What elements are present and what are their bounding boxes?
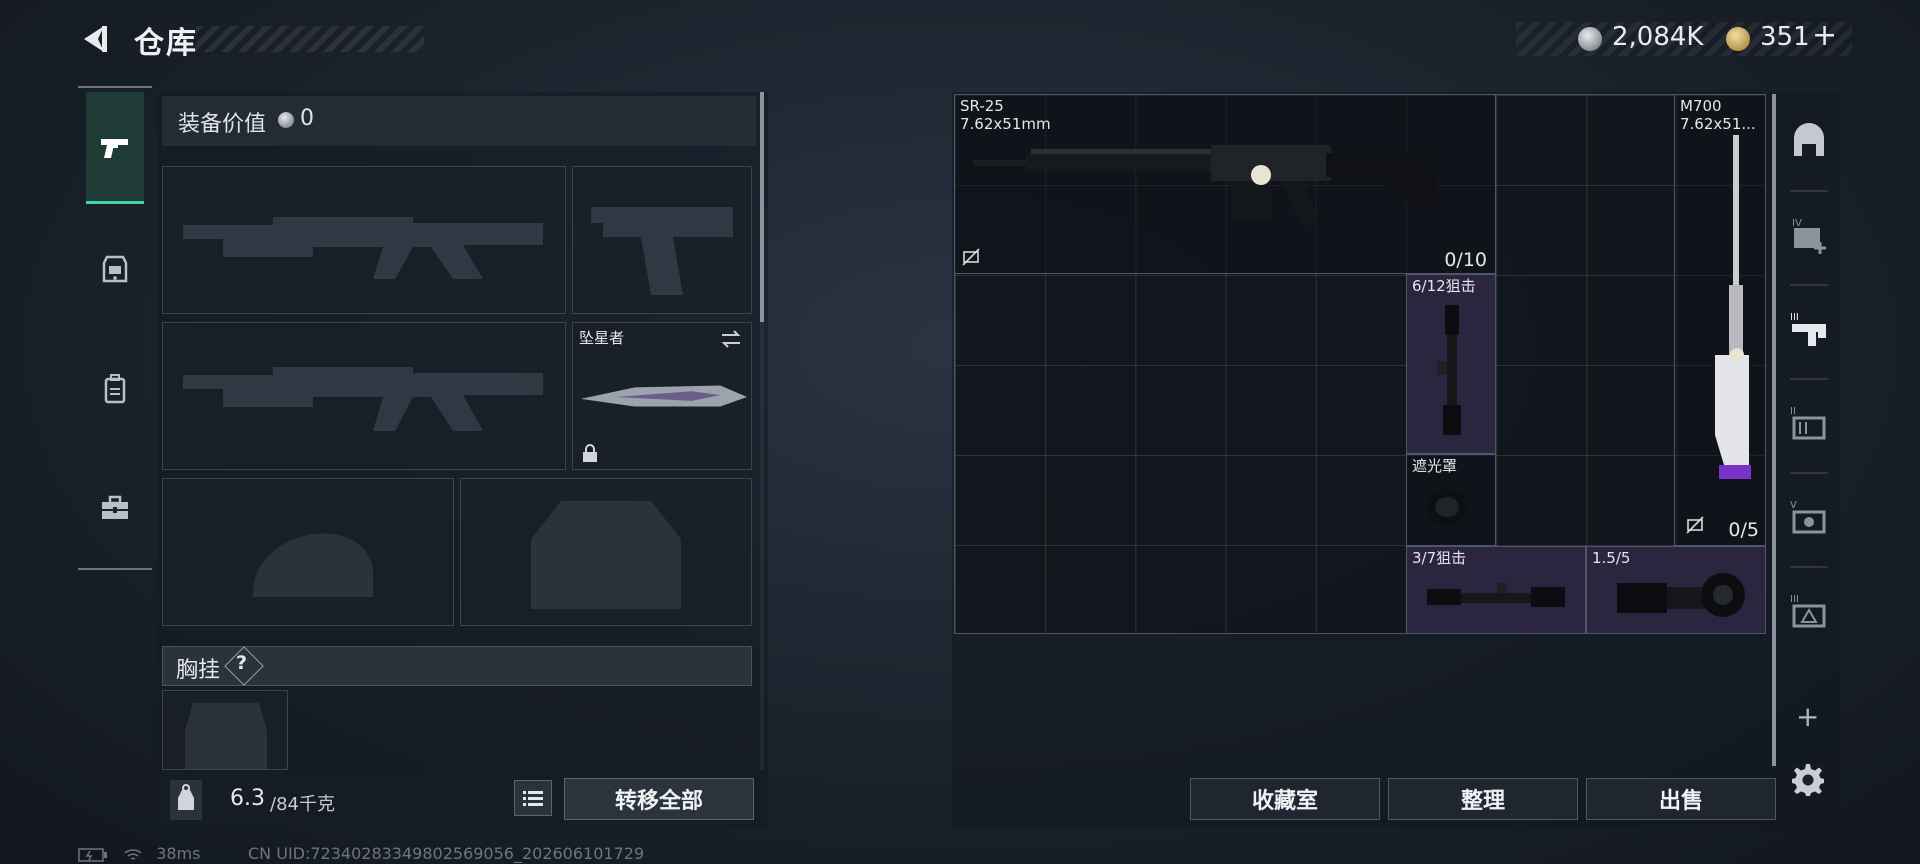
transfer-all-button[interactable]: 转移全部	[564, 778, 754, 820]
current-weight: 6.3	[230, 786, 265, 811]
silver-currency-value: 2,084K	[1612, 22, 1704, 52]
ammo-crate-icon[interactable]: II	[1788, 402, 1830, 444]
collection-room-button[interactable]: 收藏室	[1190, 778, 1380, 820]
stash-item-lens-hood[interactable]: 遮光罩	[1406, 454, 1496, 546]
knife-icon	[580, 385, 748, 407]
page-title: 仓库	[134, 26, 198, 61]
item-name: 1.5/5	[1592, 549, 1631, 567]
medical-kit-icon[interactable]: IV	[1788, 214, 1830, 256]
item-caliber: 7.62x51...	[1680, 115, 1756, 133]
item-ammo-count: 0/10	[1444, 249, 1487, 271]
scope-icon	[1427, 583, 1565, 607]
category-tab-rail	[78, 86, 152, 570]
helmet-silhouette-icon	[252, 533, 373, 597]
equipment-crate-icon[interactable]: V	[1788, 496, 1830, 538]
body-armor-slot[interactable]	[460, 478, 752, 626]
sr25-rifle-icon	[973, 145, 1441, 225]
chest-rig-label: 胸挂	[176, 658, 221, 683]
rifle-silhouette-icon	[183, 367, 543, 431]
chest-rig-silhouette-icon	[185, 703, 267, 769]
pistol-silhouette-icon	[591, 207, 733, 295]
item-name: SR-25	[960, 97, 1004, 115]
primary-weapon-slot-1[interactable]	[162, 166, 566, 314]
svg-text:III: III	[1790, 312, 1799, 323]
vest-silhouette-icon	[531, 501, 681, 609]
title-decoration	[196, 26, 424, 52]
no-ammo-icon	[1686, 516, 1704, 534]
tab-toolbox[interactable]	[86, 452, 144, 564]
silver-coin-icon	[278, 112, 294, 128]
item-name: 遮光罩	[1412, 457, 1458, 475]
scope-icon	[1617, 573, 1745, 617]
toolbox-icon	[102, 495, 128, 519]
lens-hood-icon	[1427, 489, 1467, 525]
svg-text:II: II	[1790, 406, 1796, 417]
stash-item-sr25[interactable]: SR-25 7.62x51mm 0/10	[954, 94, 1496, 274]
tab-armor[interactable]	[86, 212, 144, 324]
special-crate-icon[interactable]: III	[1788, 590, 1830, 632]
helmet-slot[interactable]	[162, 478, 454, 626]
pistol-icon	[101, 138, 128, 158]
gold-coin-icon	[1726, 27, 1750, 51]
battery-icon	[78, 847, 107, 862]
add-stash-page-button[interactable]: +	[1796, 700, 1819, 733]
armor-vest-icon	[102, 255, 128, 283]
primary-weapon-slot-2[interactable]	[162, 322, 566, 470]
svg-text:IV: IV	[1792, 218, 1802, 229]
sort-button[interactable]: 整理	[1388, 778, 1578, 820]
sidearm-slot[interactable]	[572, 166, 752, 314]
gold-currency-value: 351	[1760, 22, 1810, 52]
max-weight: /84千克	[270, 794, 335, 815]
list-icon	[523, 791, 543, 806]
weapon-crate-icon[interactable]: III	[1788, 308, 1830, 350]
status-bar: 38ms	[78, 844, 200, 863]
gear-icon[interactable]	[1790, 762, 1826, 798]
m700-rifle-icon	[1715, 135, 1751, 479]
rifle-silhouette-icon	[183, 217, 543, 279]
silver-coin-icon	[1578, 27, 1602, 51]
safe-room-icon[interactable]	[1788, 120, 1830, 162]
item-name: 6/12狙击	[1412, 277, 1476, 295]
equipment-value: 0	[300, 106, 314, 131]
stash-category-rail: IV III II V III	[1778, 94, 1840, 794]
svg-text:V: V	[1790, 500, 1797, 511]
no-ammo-icon	[962, 248, 980, 266]
svg-text:III: III	[1790, 594, 1799, 605]
item-name: M700	[1680, 97, 1722, 115]
lock-icon	[583, 444, 597, 462]
chest-rig-slot[interactable]	[162, 690, 288, 770]
equipment-value-label: 装备价值	[178, 112, 267, 137]
tab-weapons[interactable]	[86, 92, 144, 204]
stash-item-m700[interactable]: M700 7.62x51... 0/5	[1674, 94, 1766, 546]
add-currency-button[interactable]: +	[1812, 18, 1837, 53]
scope-icon	[1437, 305, 1461, 435]
back-arrow-icon[interactable]	[78, 22, 112, 56]
melee-weapon-name: 坠星者	[579, 329, 625, 347]
help-icon-glyph: ?	[236, 652, 248, 674]
melee-slot[interactable]: 坠星者	[572, 322, 752, 470]
ping-value: 38ms	[156, 844, 201, 863]
stash-item-scope-1-5-5[interactable]: 1.5/5	[1586, 546, 1766, 634]
backpack-icon	[104, 374, 126, 404]
stash-scrollbar[interactable]	[1772, 94, 1776, 766]
tab-backpack[interactable]	[86, 332, 144, 444]
sell-button[interactable]: 出售	[1586, 778, 1776, 820]
wifi-icon	[124, 848, 142, 860]
item-ammo-count: 0/5	[1728, 519, 1759, 541]
item-name: 3/7狙击	[1412, 549, 1467, 567]
stash-item-scope-6-12[interactable]: 6/12狙击	[1406, 274, 1496, 454]
list-view-button[interactable]	[514, 780, 552, 816]
scrollbar-thumb[interactable]	[760, 92, 764, 322]
stash-item-scope-3-7[interactable]: 3/7狙击	[1406, 546, 1586, 634]
swap-arrows-icon[interactable]	[719, 327, 743, 351]
weight-icon	[170, 780, 202, 820]
user-id: CN UID:72340283349802569056_202606101729	[248, 844, 645, 863]
